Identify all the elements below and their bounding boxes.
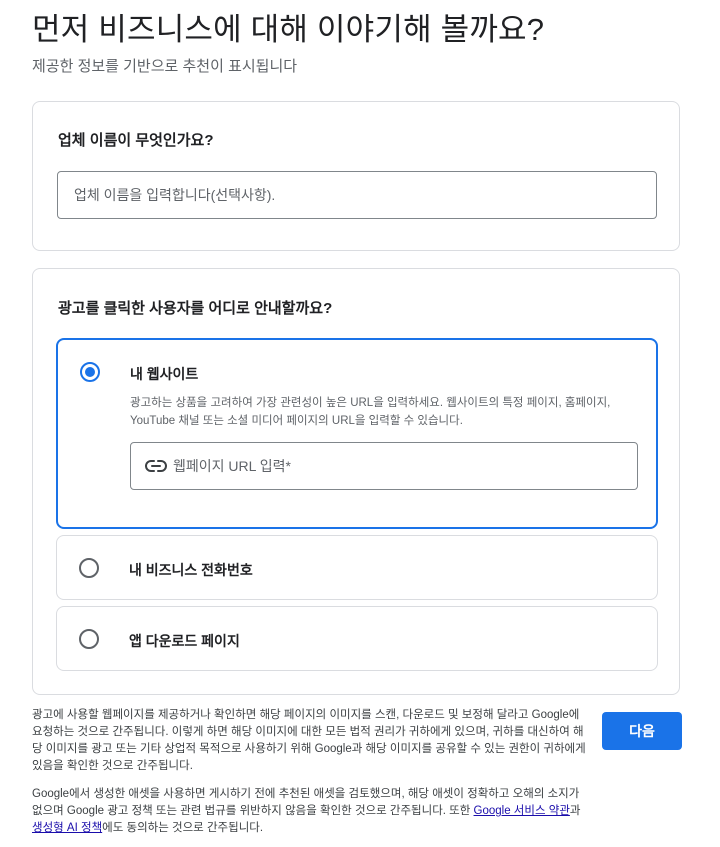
generated-assets-consent-text: Google에서 생성한 애셋을 사용하면 게시하기 전에 추천된 애셋을 검토… bbox=[32, 786, 587, 837]
option-app-download-label: 앱 다운로드 페이지 bbox=[129, 633, 240, 649]
business-name-input[interactable] bbox=[57, 171, 657, 219]
business-name-question: 업체 이름이 무엇인가요? bbox=[58, 132, 214, 149]
consent-text-end: 에도 동의하는 것으로 간주됩니다. bbox=[102, 822, 264, 834]
generative-ai-policy-link[interactable]: 생성형 AI 정책 bbox=[32, 822, 102, 834]
option-app-download[interactable]: 앱 다운로드 페이지 bbox=[56, 606, 658, 671]
website-url-field[interactable] bbox=[130, 442, 638, 490]
link-icon bbox=[145, 460, 167, 472]
image-consent-text: 광고에 사용할 웹페이지를 제공하거나 확인하면 해당 페이지의 이미지를 스캔… bbox=[32, 709, 586, 772]
app-download-radio[interactable] bbox=[79, 629, 99, 649]
page-subtitle: 제공한 정보를 기반으로 추천이 표시됩니다 bbox=[32, 58, 298, 75]
option-phone-label: 내 비즈니스 전화번호 bbox=[129, 562, 253, 578]
next-button[interactable]: 다음 bbox=[602, 712, 682, 750]
business-name-card: 업체 이름이 무엇인가요? bbox=[32, 101, 680, 251]
destination-card: 광고를 클릭한 사용자를 어디로 안내할까요? 내 웹사이트 광고하는 상품을 … bbox=[32, 268, 680, 695]
option-website-label: 내 웹사이트 bbox=[130, 366, 199, 382]
website-radio[interactable] bbox=[80, 362, 100, 382]
option-phone[interactable]: 내 비즈니스 전화번호 bbox=[56, 535, 658, 600]
page-title: 먼저 비즈니스에 대해 이야기해 볼까요? bbox=[32, 12, 545, 47]
consent-text-conjunction: 과 bbox=[569, 805, 581, 817]
destination-question: 광고를 클릭한 사용자를 어디로 안내할까요? bbox=[58, 300, 333, 317]
option-website[interactable]: 내 웹사이트 광고하는 상품을 고려하여 가장 관련성이 높은 URL을 입력하… bbox=[56, 338, 658, 529]
phone-radio[interactable] bbox=[79, 558, 99, 578]
website-url-input[interactable] bbox=[173, 443, 623, 489]
terms-of-service-link[interactable]: Google 서비스 약관 bbox=[474, 805, 570, 817]
option-website-description: 광고하는 상품을 고려하여 가장 관련성이 높은 URL을 입력하세요. 웹사이… bbox=[130, 397, 611, 427]
